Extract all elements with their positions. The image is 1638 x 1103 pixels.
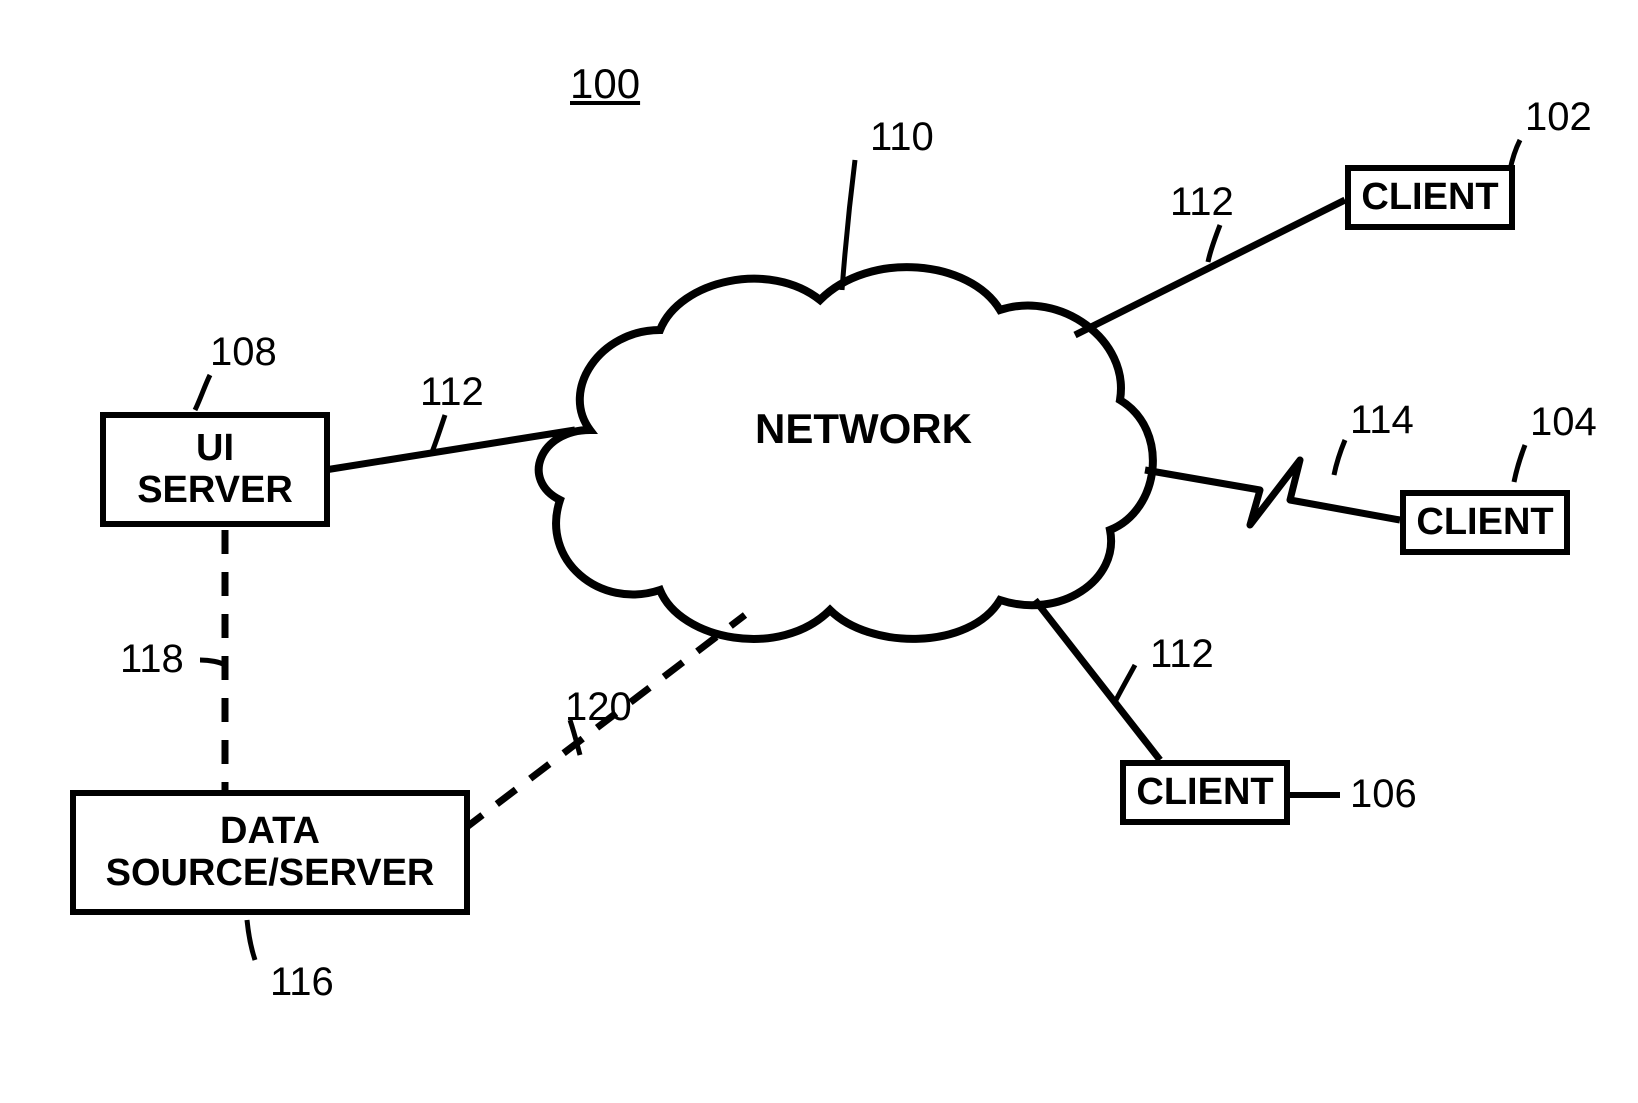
ref-108: 108 bbox=[210, 330, 277, 375]
ref-112-ui: 112 bbox=[420, 370, 484, 415]
leader-110 bbox=[842, 160, 855, 290]
ref-114: 114 bbox=[1350, 398, 1414, 443]
ref-104: 104 bbox=[1530, 400, 1597, 445]
leader-108 bbox=[195, 375, 210, 410]
client-bottom-box: CLIENT bbox=[1120, 760, 1290, 825]
leader-112-top bbox=[1208, 225, 1220, 262]
link-wired-client-bottom bbox=[1035, 600, 1160, 760]
leader-114 bbox=[1334, 440, 1345, 475]
leader-104 bbox=[1514, 445, 1525, 482]
ref-112-top: 112 bbox=[1170, 180, 1234, 225]
leader-112-ui bbox=[432, 415, 445, 452]
ui-server-box: UI SERVER bbox=[100, 412, 330, 527]
leader-116 bbox=[247, 920, 255, 960]
ref-118: 118 bbox=[120, 637, 184, 682]
data-source-box: DATA SOURCE/SERVER bbox=[70, 790, 470, 915]
link-dashed-data-network bbox=[430, 615, 745, 855]
leader-112-bot bbox=[1115, 665, 1135, 702]
client-top-box: CLIENT bbox=[1345, 165, 1515, 230]
figure-number: 100 bbox=[570, 60, 640, 108]
leader-118 bbox=[200, 660, 225, 665]
ref-110: 110 bbox=[870, 115, 934, 160]
ref-102: 102 bbox=[1525, 95, 1592, 140]
link-wireless-client-right bbox=[1145, 460, 1400, 525]
network-label: NETWORK bbox=[755, 405, 972, 453]
ref-120: 120 bbox=[565, 685, 632, 730]
ref-116: 116 bbox=[270, 960, 334, 1005]
ref-106: 106 bbox=[1350, 772, 1417, 817]
ref-112-bottom: 112 bbox=[1150, 632, 1214, 677]
client-right-box: CLIENT bbox=[1400, 490, 1570, 555]
network-cloud bbox=[539, 267, 1153, 639]
